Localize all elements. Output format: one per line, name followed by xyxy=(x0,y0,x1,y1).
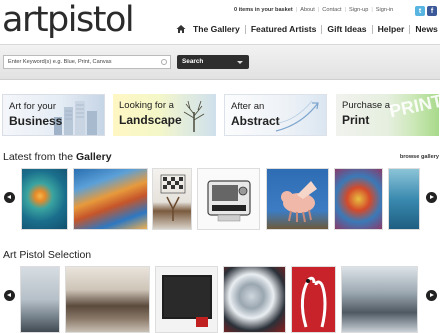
site-logo[interactable]: artpistol xyxy=(2,2,135,38)
basket-status[interactable]: 0 items in your basket xyxy=(234,7,293,13)
gallery-thumb-4[interactable] xyxy=(197,168,260,230)
main-nav: The Gallery Featured Artists Gift Ideas … xyxy=(176,24,438,34)
nav-helper[interactable]: Helper xyxy=(378,24,405,34)
gallery-section-title: Latest from the Gallery xyxy=(3,151,112,163)
contact-link[interactable]: Contact xyxy=(322,7,341,13)
selection-prev-arrow-icon[interactable] xyxy=(4,290,15,301)
signup-link[interactable]: Sign-up xyxy=(349,7,368,13)
selection-thumb-5[interactable] xyxy=(291,266,336,333)
gallery-next-arrow-icon[interactable] xyxy=(426,192,437,203)
facebook-icon[interactable]: f xyxy=(427,6,437,16)
utility-bar: 0 items in your basket | About | Contact… xyxy=(234,7,394,13)
clear-search-icon[interactable] xyxy=(161,59,167,65)
search-bar: Enter Keyword(s) e.g. Blue, Print, Canva… xyxy=(0,44,440,80)
gallery-thumb-5[interactable] xyxy=(266,168,329,230)
print-watermark: PRINT xyxy=(387,94,439,122)
selection-thumb-3[interactable] xyxy=(155,266,218,333)
tree-image xyxy=(183,100,205,132)
category-print[interactable]: PRINT Purchase a Print xyxy=(336,94,439,136)
gallery-thumb-7[interactable] xyxy=(388,168,420,230)
browse-gallery-link[interactable]: browse gallery xyxy=(400,154,439,160)
nav-news[interactable]: News xyxy=(415,24,437,34)
selection-section-title: Art Pistol Selection xyxy=(3,249,92,261)
search-input[interactable]: Enter Keyword(s) e.g. Blue, Print, Canva… xyxy=(3,55,171,69)
home-icon[interactable] xyxy=(176,24,186,34)
selection-thumb-4[interactable] xyxy=(223,266,286,333)
search-button[interactable]: Search xyxy=(177,55,249,69)
category-abstract[interactable]: After an Abstract xyxy=(224,94,327,136)
gallery-thumb-1[interactable] xyxy=(21,168,68,230)
selection-thumb-2[interactable] xyxy=(65,266,150,333)
selection-next-arrow-icon[interactable] xyxy=(426,290,437,301)
nav-the-gallery[interactable]: The Gallery xyxy=(193,24,240,34)
category-business[interactable]: Art for your Business xyxy=(2,94,105,136)
gallery-thumb-6[interactable] xyxy=(334,168,383,230)
category-banners: Art for your Business Looking for a Land… xyxy=(0,94,440,136)
chevron-down-icon xyxy=(237,61,243,64)
selection-thumb-1[interactable] xyxy=(20,266,60,333)
nav-gift-ideas[interactable]: Gift Ideas xyxy=(327,24,366,34)
nav-featured-artists[interactable]: Featured Artists xyxy=(251,24,317,34)
gallery-thumb-2[interactable] xyxy=(73,168,148,230)
selection-thumb-6[interactable] xyxy=(341,266,418,333)
category-landscape[interactable]: Looking for a Landscape xyxy=(113,94,216,136)
gallery-thumb-3[interactable] xyxy=(152,168,192,230)
gallery-prev-arrow-icon[interactable] xyxy=(4,192,15,203)
site-header: artpistol 0 items in your basket | About… xyxy=(0,0,440,42)
twitter-icon[interactable]: t xyxy=(415,6,425,16)
signin-link[interactable]: Sign-in xyxy=(376,7,393,13)
about-link[interactable]: About xyxy=(300,7,315,13)
social-links: t f xyxy=(415,6,437,16)
